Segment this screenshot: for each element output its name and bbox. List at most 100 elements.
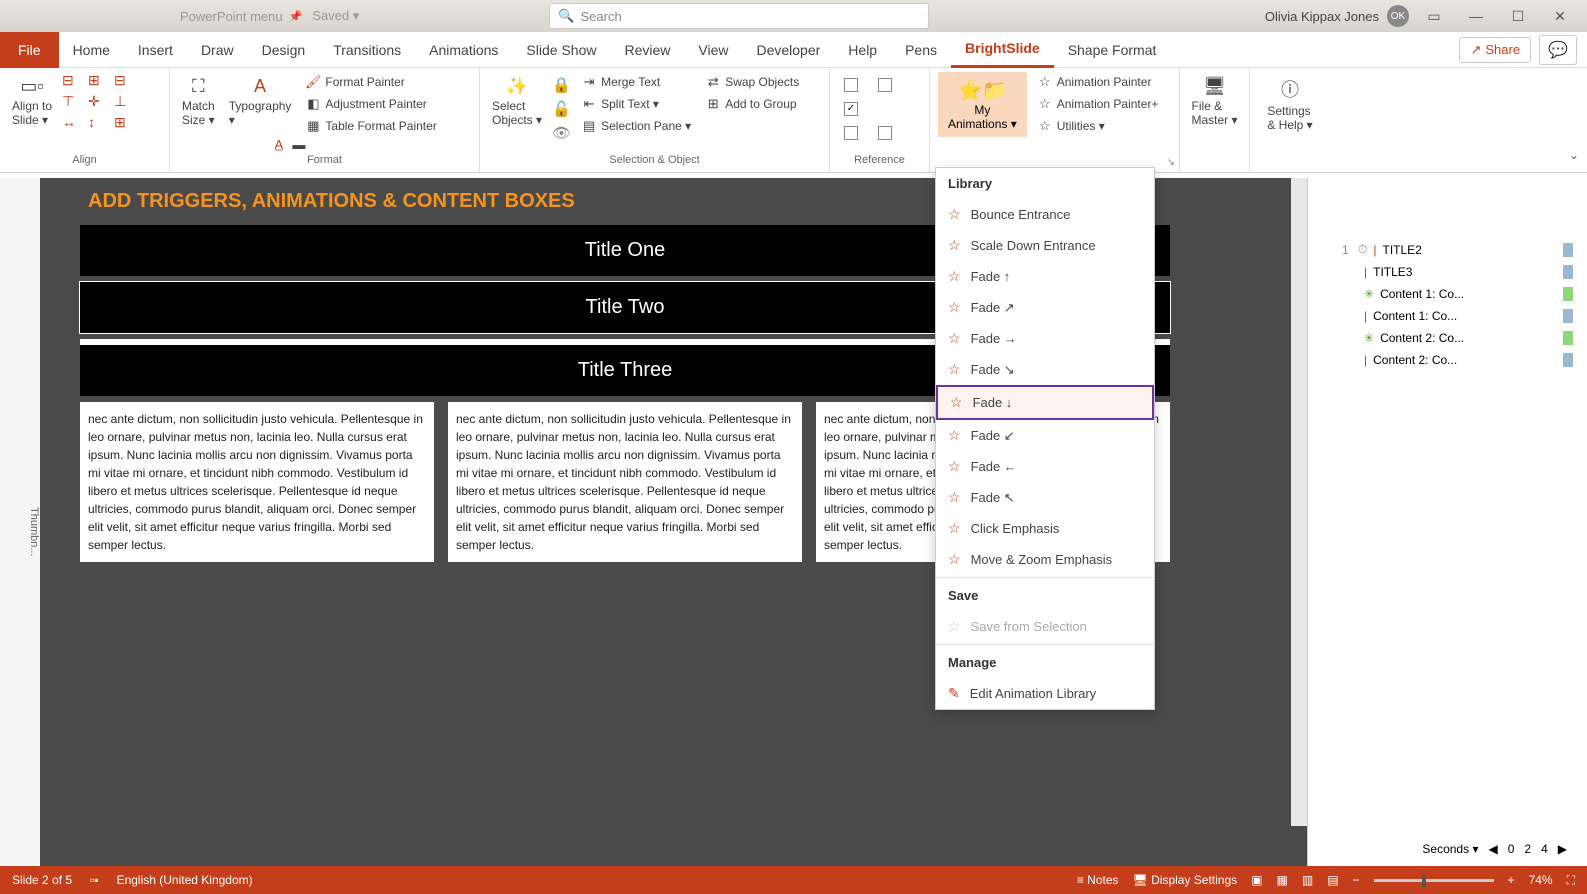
- close-icon[interactable]: ✕: [1543, 8, 1577, 25]
- anim-pane-row[interactable]: |Content 2: Co...: [1338, 349, 1577, 371]
- adjustment-painter-button[interactable]: ◧Adjustment Painter: [301, 94, 440, 114]
- vertical-scrollbar[interactable]: [1291, 178, 1307, 826]
- anim-click-emphasis[interactable]: ☆Click Emphasis: [936, 513, 1154, 544]
- anim-move-zoom-emphasis[interactable]: ☆Move & Zoom Emphasis: [936, 544, 1154, 575]
- anim-fade-upleft[interactable]: ☆Fade ↖: [936, 482, 1154, 513]
- dist-h-icon[interactable]: ↔: [62, 114, 84, 131]
- tab-help[interactable]: Help: [834, 32, 891, 68]
- settings-help-button[interactable]: ⓘSettings & Help ▾: [1258, 72, 1322, 136]
- anim-fade-up[interactable]: ☆Fade ↑: [936, 261, 1154, 292]
- zoom-out-icon[interactable]: −: [1353, 873, 1360, 887]
- saved-status[interactable]: Saved ▾: [312, 8, 359, 24]
- display-settings-button[interactable]: 🖥 Display Settings: [1133, 873, 1238, 887]
- align-center-icon[interactable]: ⊞: [88, 72, 110, 89]
- timeline-next-icon[interactable]: ▶: [1558, 842, 1567, 856]
- table-format-painter-button[interactable]: ▦Table Format Painter: [301, 116, 440, 136]
- split-text-button[interactable]: ⇤Split Text ▾: [577, 94, 695, 114]
- slide-counter[interactable]: Slide 2 of 5: [12, 873, 72, 887]
- tab-view[interactable]: View: [684, 32, 742, 68]
- ref-check-4[interactable]: [844, 126, 858, 140]
- align-grid-icon[interactable]: ⊞: [114, 114, 136, 131]
- tab-draw[interactable]: Draw: [187, 32, 248, 68]
- align-left-icon[interactable]: ⊟: [62, 72, 84, 89]
- tab-brightslide[interactable]: BrightSlide: [951, 32, 1054, 68]
- avatar[interactable]: OK: [1387, 5, 1409, 27]
- thumbnail-rail[interactable]: Thumbn...: [0, 178, 40, 866]
- anim-bounce-entrance[interactable]: ☆Bounce Entrance: [936, 199, 1154, 230]
- fit-to-window-icon[interactable]: ⛶: [1567, 873, 1575, 888]
- anim-fade-left[interactable]: ☆Fade ←: [936, 451, 1154, 482]
- align-top-icon[interactable]: ⊤: [62, 93, 84, 110]
- ribbon-display-icon[interactable]: ▭: [1417, 8, 1451, 25]
- timeline-prev-icon[interactable]: ◀: [1488, 842, 1497, 856]
- my-animations-button[interactable]: ⭐📁My Animations ▾: [938, 72, 1027, 137]
- ref-check-5[interactable]: [878, 126, 892, 140]
- tab-developer[interactable]: Developer: [742, 32, 834, 68]
- align-right-icon[interactable]: ⊟: [114, 72, 136, 89]
- anim-pane-row[interactable]: ✳Content 2: Co...: [1338, 327, 1577, 349]
- minimize-icon[interactable]: —: [1459, 8, 1493, 24]
- swap-objects-button[interactable]: ⇄Swap Objects: [701, 72, 803, 92]
- tab-review[interactable]: Review: [610, 32, 684, 68]
- tab-insert[interactable]: Insert: [124, 32, 187, 68]
- tab-design[interactable]: Design: [248, 32, 320, 68]
- sorter-view-icon[interactable]: ▦: [1277, 873, 1288, 887]
- zoom-percent[interactable]: 74%: [1529, 873, 1553, 887]
- anim-fade-right[interactable]: ☆Fade →: [936, 323, 1154, 354]
- anim-fade-downleft[interactable]: ☆Fade ↙: [936, 420, 1154, 451]
- tab-shapeformat[interactable]: Shape Format: [1054, 32, 1171, 68]
- normal-view-icon[interactable]: ▣: [1251, 873, 1262, 887]
- zoom-in-icon[interactable]: +: [1508, 873, 1515, 887]
- language[interactable]: English (United Kingdom): [117, 873, 253, 887]
- accessibility-icon[interactable]: ▫▪: [90, 873, 99, 887]
- edit-animation-library[interactable]: ✎Edit Animation Library: [936, 678, 1154, 709]
- selection-pane-button[interactable]: ▤Selection Pane ▾: [577, 116, 695, 136]
- font-color-icon[interactable]: A̲: [271, 136, 287, 152]
- ref-check-1[interactable]: [844, 78, 858, 92]
- tab-animations[interactable]: Animations: [415, 32, 512, 68]
- maximize-icon[interactable]: ☐: [1501, 8, 1535, 25]
- ref-check-3[interactable]: [844, 102, 858, 116]
- collapse-ribbon-icon[interactable]: ⌄: [1569, 68, 1587, 172]
- animation-painter-button[interactable]: ☆Animation Painter: [1033, 72, 1163, 92]
- align-bot-icon[interactable]: ⊥: [114, 93, 136, 110]
- merge-text-button[interactable]: ⇥Merge Text: [577, 72, 695, 92]
- anim-pane-row[interactable]: ✳Content 1: Co...: [1338, 283, 1577, 305]
- tab-slideshow[interactable]: Slide Show: [512, 32, 610, 68]
- dialog-launcher-icon[interactable]: ↘: [1167, 157, 1175, 168]
- file-master-button[interactable]: 🖥File & Master ▾: [1188, 72, 1241, 131]
- add-to-group-button[interactable]: ⊞Add to Group: [701, 94, 803, 114]
- utilities-button[interactable]: ☆Utilities ▾: [1033, 116, 1163, 136]
- fill-icon[interactable]: ▬: [291, 136, 307, 152]
- file-tab[interactable]: File: [0, 32, 59, 68]
- tab-pens[interactable]: Pens: [891, 32, 951, 68]
- dist-v-icon[interactable]: ↕: [88, 114, 110, 131]
- anim-fade-down[interactable]: ☆Fade ↓: [936, 385, 1154, 420]
- eye-icon[interactable]: 👁: [552, 124, 571, 142]
- content-box-2[interactable]: nec ante dictum, non sollicitudin justo …: [448, 402, 802, 562]
- format-painter-button[interactable]: 🖌Format Painter: [301, 72, 440, 92]
- user-name[interactable]: Olivia Kippax Jones: [1265, 9, 1379, 24]
- share-button[interactable]: ↗Share: [1459, 37, 1531, 63]
- anim-pane-row[interactable]: |Content 1: Co...: [1338, 305, 1577, 327]
- ref-check-2[interactable]: [878, 78, 892, 92]
- search-input[interactable]: 🔍 Search: [549, 3, 929, 29]
- reading-view-icon[interactable]: ▥: [1302, 873, 1313, 887]
- align-mid-icon[interactable]: ✛: [88, 93, 110, 110]
- seconds-dropdown[interactable]: Seconds ▾: [1422, 842, 1478, 856]
- select-objects-button[interactable]: ✨Select Objects ▾: [488, 72, 546, 131]
- align-to-slide-button[interactable]: ▭▫Align to Slide ▾: [8, 72, 56, 131]
- lock-icon[interactable]: 🔒: [552, 76, 571, 94]
- content-box-1[interactable]: nec ante dictum, non sollicitudin justo …: [80, 402, 434, 562]
- slideshow-view-icon[interactable]: ▤: [1327, 873, 1338, 887]
- anim-fade-upright[interactable]: ☆Fade ↗: [936, 292, 1154, 323]
- match-size-button[interactable]: ⛶Match Size ▾: [178, 72, 219, 131]
- comments-button[interactable]: 💬: [1539, 35, 1577, 65]
- zoom-slider[interactable]: [1374, 879, 1494, 882]
- anim-pane-row[interactable]: |TITLE3: [1338, 261, 1577, 283]
- unlock-icon[interactable]: 🔓: [552, 100, 571, 118]
- animation-painter-plus-button[interactable]: ☆Animation Painter+: [1033, 94, 1163, 114]
- anim-pane-row[interactable]: 1⏱|TITLE2: [1338, 238, 1577, 261]
- tab-home[interactable]: Home: [59, 32, 124, 68]
- tab-transitions[interactable]: Transitions: [319, 32, 415, 68]
